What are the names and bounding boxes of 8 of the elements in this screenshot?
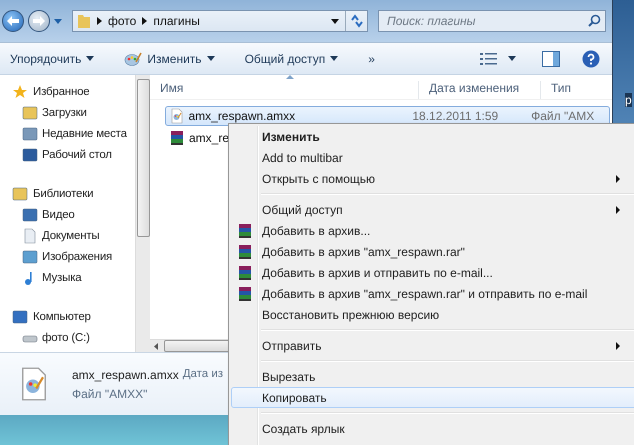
file-date: 18.12.2011 1:59 <box>412 109 500 123</box>
date-label: Дата из <box>182 368 224 382</box>
desktop-label: p <box>625 93 632 107</box>
file-type: Файл "AMX <box>531 109 596 123</box>
file-name: amx_respawn.amxx <box>72 368 179 382</box>
file-name: amx_re <box>189 131 230 145</box>
file-type: Файл "AMXX" <box>72 386 148 400</box>
file-name: amx_respawn.amxx <box>188 109 296 123</box>
